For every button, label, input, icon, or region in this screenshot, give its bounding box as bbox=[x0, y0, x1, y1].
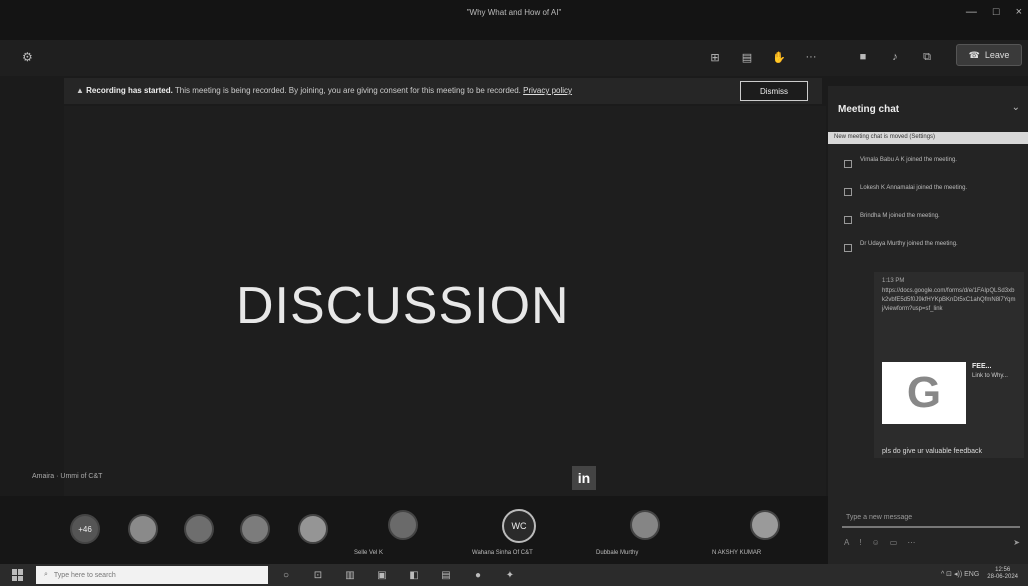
file-explorer-icon[interactable]: ▥ bbox=[342, 567, 358, 583]
participant-avatar[interactable] bbox=[298, 514, 328, 544]
join-icon bbox=[844, 244, 852, 252]
linkedin-logo: in bbox=[572, 466, 596, 490]
send-icon[interactable]: ➤ bbox=[1013, 538, 1020, 547]
meeting-toolbar: ⚙ ⊞ ▤ ✋ ··· ■ ♪ ⧉ bbox=[0, 40, 1028, 76]
tray-icons[interactable]: ^ ⊡ ◂)) ENG bbox=[941, 570, 979, 578]
leave-button[interactable]: ☎ Leave bbox=[956, 44, 1022, 66]
chat-tooltip: New meeting chat is moved (Settings) bbox=[828, 132, 1028, 144]
raise-hand-icon[interactable]: ✋ bbox=[770, 48, 788, 66]
recording-banner: ▲ Recording has started. This meeting is… bbox=[64, 78, 822, 104]
compose-toolbar: A ! ☺ ▭ ⋯ bbox=[844, 538, 1022, 547]
join-event: Vimala Babu A K joined the meeting. bbox=[844, 156, 1014, 168]
more-options-icon[interactable]: ⋯ bbox=[907, 538, 915, 547]
task-view-icon[interactable]: ⊡ bbox=[310, 567, 326, 583]
store-icon[interactable]: ▣ bbox=[374, 567, 390, 583]
shared-content-stage: DISCUSSION bbox=[64, 106, 826, 510]
participant-name: N AKSHY KUMAR bbox=[712, 550, 762, 556]
participants-icon[interactable]: ⊞ bbox=[706, 48, 724, 66]
participant-name: Dubbale Murthy bbox=[596, 550, 639, 556]
join-icon bbox=[844, 160, 852, 168]
link-preview[interactable]: G FEE... Link to Why... bbox=[882, 362, 1016, 424]
join-event: Dr Udaya Murthy joined the meeting. bbox=[844, 240, 1014, 252]
participant-name: Selle Vel K bbox=[354, 550, 384, 556]
link-preview-desc: Link to Why... bbox=[972, 373, 1008, 379]
clock-date: 28-06-2024 bbox=[987, 574, 1018, 580]
mail-icon[interactable]: ▤ bbox=[438, 567, 454, 583]
participant-avatar[interactable] bbox=[184, 514, 214, 544]
presenter-label: Amaira · Ummi of C&T bbox=[32, 473, 103, 480]
settings-icon[interactable]: ⚙ bbox=[22, 50, 33, 64]
banner-text: This meeting is being recorded. By joini… bbox=[172, 86, 521, 95]
system-tray: ^ ⊡ ◂)) ENG 12:56 28-06-2024 bbox=[941, 567, 1018, 581]
toolbar-icons: ⊞ ▤ ✋ ··· ■ ♪ ⧉ bbox=[706, 48, 936, 66]
participant-avatar[interactable] bbox=[240, 514, 270, 544]
privacy-policy-link[interactable]: Privacy policy bbox=[523, 86, 572, 95]
format-icon[interactable]: A bbox=[844, 538, 849, 547]
banner-bold: Recording has started. bbox=[86, 86, 173, 95]
more-participants-badge[interactable]: +46 bbox=[70, 514, 100, 544]
link-preview-title: FEE... bbox=[972, 363, 992, 370]
minimize-button[interactable]: — bbox=[966, 6, 977, 18]
clock[interactable]: 12:56 28-06-2024 bbox=[987, 567, 1018, 581]
search-placeholder: Type here to search bbox=[53, 571, 116, 579]
app-icon[interactable]: ◧ bbox=[406, 567, 422, 583]
chat-icon[interactable]: ▤ bbox=[738, 48, 756, 66]
participant-initials-avatar[interactable]: WC bbox=[502, 509, 536, 543]
share-screen-icon[interactable]: ⧉ bbox=[918, 48, 936, 66]
participant-strip: +46 WC Selle Vel K Wahana Sinha Of C&T D… bbox=[0, 496, 828, 564]
title-bar: "Why What and How of AI" — □ × bbox=[0, 0, 1028, 40]
window-controls: — □ × bbox=[966, 6, 1022, 18]
join-icon bbox=[844, 188, 852, 196]
join-event: Lokesh K Annamalai joined the meeting. bbox=[844, 184, 1014, 196]
participant-avatar[interactable] bbox=[750, 510, 780, 540]
message-timestamp: 1:13 PM bbox=[882, 278, 905, 284]
google-logo-icon: G bbox=[882, 362, 966, 424]
participant-name: Wahana Sinha Of C&T bbox=[472, 550, 533, 556]
clock-time: 12:56 bbox=[995, 567, 1011, 573]
slide-title: DISCUSSION bbox=[236, 277, 570, 335]
link-preview-text: FEE... Link to Why... bbox=[972, 362, 1008, 424]
banner-message: ▲ Recording has started. This meeting is… bbox=[76, 86, 572, 95]
chat-title: Meeting chat bbox=[838, 104, 900, 115]
windows-start-icon[interactable] bbox=[12, 569, 24, 581]
join-icon bbox=[844, 216, 852, 224]
join-event-text: Lokesh K Annamalai joined the meeting. bbox=[860, 185, 968, 191]
mic-icon[interactable]: ♪ bbox=[886, 48, 904, 66]
taskbar-apps: ○ ⊡ ▥ ▣ ◧ ▤ ● ✦ bbox=[278, 567, 518, 583]
taskbar: ⌕ Type here to search ○ ⊡ ▥ ▣ ◧ ▤ ● ✦ ^ … bbox=[0, 564, 1028, 586]
leave-label: Leave bbox=[984, 50, 1010, 60]
search-icon: ⌕ bbox=[44, 571, 48, 578]
chrome-icon[interactable]: ● bbox=[470, 567, 486, 583]
warning-icon: ▲ bbox=[76, 86, 84, 95]
gif-icon[interactable]: ▭ bbox=[890, 538, 898, 547]
join-event: Brindha M joined the meeting. bbox=[844, 212, 1014, 224]
chat-message: 1:13 PM https://docs.google.com/forms/d/… bbox=[874, 272, 1024, 458]
participant-avatar[interactable] bbox=[630, 510, 660, 540]
chevron-down-icon[interactable]: ⌄ bbox=[1012, 102, 1020, 113]
join-event-text: Dr Udaya Murthy joined the meeting. bbox=[860, 241, 958, 247]
join-event-text: Vimala Babu A K joined the meeting. bbox=[860, 157, 957, 163]
emoji-icon[interactable]: ☺ bbox=[872, 538, 880, 547]
phone-icon: ☎ bbox=[968, 49, 980, 60]
join-event-text: Brindha M joined the meeting. bbox=[860, 213, 940, 219]
dismiss-button[interactable]: Dismiss bbox=[740, 81, 808, 101]
teams-icon[interactable]: ✦ bbox=[502, 567, 518, 583]
meeting-chat-panel: Meeting chat ⌄ New meeting chat is moved… bbox=[828, 86, 1028, 564]
important-icon[interactable]: ! bbox=[859, 538, 861, 547]
participant-avatar[interactable] bbox=[388, 510, 418, 540]
more-options-icon[interactable]: ··· bbox=[802, 48, 820, 66]
camera-icon[interactable]: ■ bbox=[854, 48, 872, 66]
close-button[interactable]: × bbox=[1016, 6, 1022, 18]
participant-avatar[interactable] bbox=[128, 514, 158, 544]
compose-message-input[interactable]: Type a new message bbox=[842, 512, 1020, 528]
window-title: "Why What and How of AI" bbox=[466, 8, 562, 17]
feedback-message: pls do give ur valuable feedback bbox=[882, 448, 983, 455]
message-link[interactable]: https://docs.google.com/forms/d/e/1FAIpQ… bbox=[882, 287, 1016, 314]
cortana-icon[interactable]: ○ bbox=[278, 567, 294, 583]
taskbar-search-input[interactable]: ⌕ Type here to search bbox=[36, 566, 268, 584]
maximize-button[interactable]: □ bbox=[993, 6, 1000, 18]
